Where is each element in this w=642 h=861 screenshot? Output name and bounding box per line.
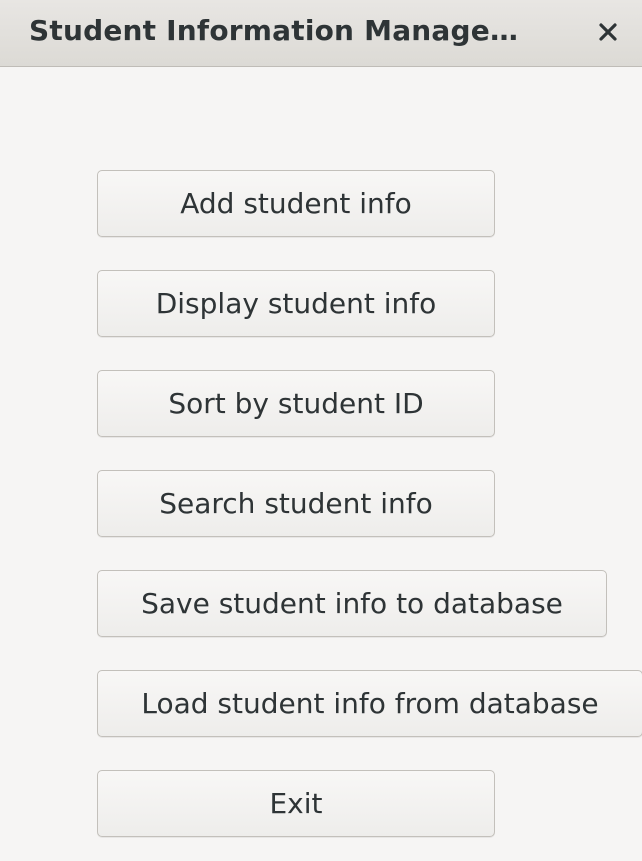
close-button[interactable] [590, 14, 626, 50]
save-to-database-button[interactable]: Save student info to database [97, 570, 607, 637]
close-icon [599, 23, 617, 41]
sort-by-id-button[interactable]: Sort by student ID [97, 370, 495, 437]
search-student-button[interactable]: Search student info [97, 470, 495, 537]
exit-button[interactable]: Exit [97, 770, 495, 837]
app-window: Student Information Manage… Add student … [0, 0, 642, 861]
title-bar[interactable]: Student Information Manage… [0, 0, 642, 67]
add-student-button[interactable]: Add student info [97, 170, 495, 237]
load-from-database-button[interactable]: Load student info from database [97, 670, 642, 737]
main-content: Add student info Display student info So… [0, 68, 642, 861]
display-student-button[interactable]: Display student info [97, 270, 495, 337]
window-title: Student Information Manage… [29, 14, 519, 47]
